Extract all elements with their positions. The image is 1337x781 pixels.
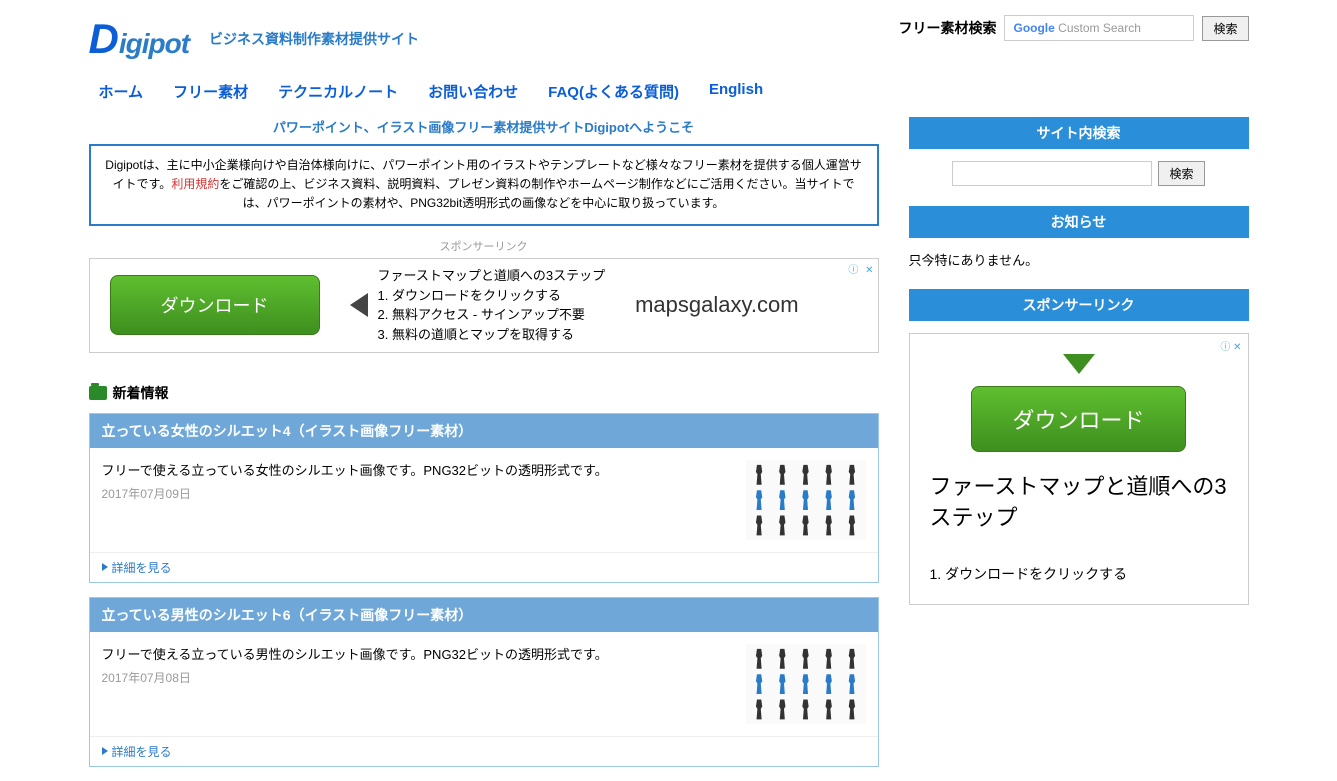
arrow-down-icon <box>1063 354 1095 374</box>
news-thumbnail <box>746 644 866 724</box>
nav-faq[interactable]: FAQ(よくある質問) <box>548 81 679 102</box>
main-nav: ホーム フリー素材 テクニカルノート お問い合わせ FAQ(よくある質問) En… <box>69 73 1269 117</box>
site-tagline: ビジネス資料制作素材提供サイト <box>209 29 419 49</box>
sidebar-notice-text: 只今特にありません。 <box>909 250 1249 269</box>
sidebar-ad[interactable]: ⓘ ✕ ダウンロード ファーストマップと道順への3ステップ 1. ダウンロードを… <box>909 333 1249 605</box>
google-custom-search-input[interactable]: Google Custom Search <box>1004 15 1194 41</box>
search-button[interactable]: 検索 <box>1202 16 1248 41</box>
welcome-message: パワーポイント、イラスト画像フリー素材提供サイトDigipotへようこそ <box>89 117 879 136</box>
news-detail-link[interactable]: 詳細を見る <box>102 559 866 576</box>
news-title[interactable]: 立っている女性のシルエット4（イラスト画像フリー素材） <box>90 414 878 448</box>
news-detail-link[interactable]: 詳細を見る <box>102 743 866 760</box>
news-thumbnail <box>746 460 866 540</box>
news-item: 立っている女性のシルエット4（イラスト画像フリー素材） フリーで使える立っている… <box>89 413 879 583</box>
news-title[interactable]: 立っている男性のシルエット6（イラスト画像フリー素材） <box>90 598 878 632</box>
ad-close-icon[interactable]: ✕ <box>1233 342 1241 353</box>
news-date: 2017年07月09日 <box>102 485 734 502</box>
nav-technical-notes[interactable]: テクニカルノート <box>278 81 398 102</box>
news-section-title: 新着情報 <box>89 383 879 403</box>
site-logo[interactable]: Digipot <box>89 15 190 63</box>
ad-info-icon[interactable]: ⓘ <box>1220 342 1230 353</box>
sidebar-search-button[interactable]: 検索 <box>1158 161 1204 186</box>
sidebar-search-title: サイト内検索 <box>909 117 1249 149</box>
arrow-right-icon <box>102 747 108 755</box>
sponsor-label: スポンサーリンク <box>89 238 879 254</box>
intro-box: Digipotは、主に中小企業様向けや自治体様向けに、パワーポイント用のイラスト… <box>89 144 879 226</box>
search-label: フリー素材検索 <box>898 18 996 38</box>
arrow-right-icon <box>102 563 108 571</box>
news-description: フリーで使える立っている女性のシルエット画像です。PNG32ビットの透明形式です… <box>102 460 734 479</box>
ad-brand: mapsgalaxy.com <box>635 292 798 318</box>
sidebar-ad-step: 1. ダウンロードをクリックする <box>930 564 1228 584</box>
ad-banner[interactable]: ⓘ ✕ ダウンロード ファーストマップと道順への3ステップ 1. ダウンロードを… <box>89 258 879 353</box>
nav-contact[interactable]: お問い合わせ <box>428 81 518 102</box>
ad-close-icon[interactable]: ✕ <box>865 265 873 276</box>
news-description: フリーで使える立っている男性のシルエット画像です。PNG32ビットの透明形式です… <box>102 644 734 663</box>
sidebar-ad-download-button[interactable]: ダウンロード <box>971 386 1185 452</box>
ad-info-icon[interactable]: ⓘ <box>848 265 858 276</box>
sidebar-search-input[interactable] <box>952 161 1152 186</box>
arrow-left-icon <box>350 293 368 317</box>
news-item: 立っている男性のシルエット6（イラスト画像フリー素材） フリーで使える立っている… <box>89 597 879 767</box>
nav-english[interactable]: English <box>709 81 763 102</box>
nav-free-materials[interactable]: フリー素材 <box>173 81 248 102</box>
nav-home[interactable]: ホーム <box>99 81 144 102</box>
sidebar-ad-text: ファーストマップと道順への3ステップ <box>930 472 1228 534</box>
terms-link[interactable]: 利用規約 <box>171 177 219 191</box>
header-search: フリー素材検索 Google Custom Search 検索 <box>898 15 1248 41</box>
folder-icon <box>89 386 107 400</box>
sidebar-notice-title: お知らせ <box>909 206 1249 238</box>
news-date: 2017年07月08日 <box>102 669 734 686</box>
ad-download-button[interactable]: ダウンロード <box>110 275 320 335</box>
sidebar-sponsor-title: スポンサーリンク <box>909 289 1249 321</box>
